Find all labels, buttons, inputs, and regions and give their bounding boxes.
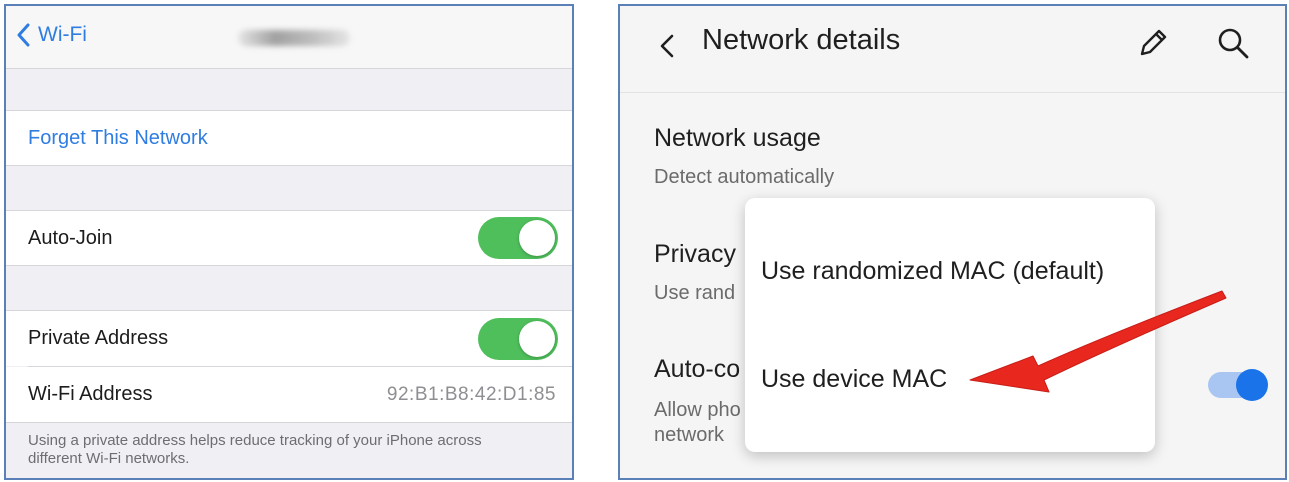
- private-address-toggle[interactable]: [478, 317, 558, 360]
- back-label: Wi-Fi: [38, 23, 87, 46]
- wifi-address-row: Wi-Fi Address 92:B1:B8:42:D1:85: [6, 367, 572, 423]
- redacted-network-name: [238, 30, 350, 46]
- pencil-icon[interactable]: [1134, 24, 1172, 62]
- private-address-footer: Using a private address helps reduce tra…: [28, 432, 482, 467]
- auto-connect-switch[interactable]: [1208, 369, 1268, 401]
- mac-address-menu: Use randomized MAC (default) Use device …: [745, 198, 1155, 452]
- auto-connect-subtitle-line1: Allow pho: [654, 399, 741, 421]
- ios-nav-bar: Wi-Fi: [6, 6, 572, 69]
- wifi-address-label: Wi-Fi Address: [28, 383, 153, 405]
- privacy-title[interactable]: Privacy: [654, 240, 736, 269]
- back-button[interactable]: Wi-Fi: [16, 18, 87, 52]
- forget-network-row[interactable]: Forget This Network: [6, 110, 572, 166]
- search-icon[interactable]: [1214, 24, 1252, 62]
- menu-option-device-mac[interactable]: Use device MAC: [761, 365, 947, 394]
- privacy-subtitle: Use rand: [654, 282, 736, 304]
- auto-join-label: Auto-Join: [28, 226, 113, 249]
- android-network-details-panel: Network details Network usage Detect aut…: [618, 4, 1287, 480]
- page-title: Network details: [702, 24, 901, 56]
- ios-wifi-settings-panel: Wi-Fi Forget This Network Auto-Join Priv…: [4, 4, 574, 480]
- toggle-knob: [519, 220, 555, 256]
- switch-knob: [1236, 369, 1268, 401]
- back-arrow-icon[interactable]: [654, 28, 684, 64]
- menu-option-randomized-mac[interactable]: Use randomized MAC (default): [761, 257, 1104, 286]
- forget-network-button[interactable]: Forget This Network: [28, 127, 208, 150]
- toggle-knob: [519, 320, 555, 357]
- private-address-label: Private Address: [28, 327, 169, 349]
- network-usage-title[interactable]: Network usage: [654, 124, 821, 153]
- auto-connect-subtitle-line2: network: [654, 424, 725, 446]
- wifi-address-value: 92:B1:B8:42:D1:85: [386, 383, 556, 405]
- auto-connect-title[interactable]: Auto-co: [654, 355, 740, 384]
- private-address-row: Private Address: [6, 310, 572, 366]
- network-usage-subtitle: Detect automatically: [654, 166, 835, 188]
- auto-join-row: Auto-Join: [6, 210, 572, 266]
- chevron-left-icon: [17, 23, 30, 47]
- android-app-bar: Network details: [620, 6, 1285, 93]
- auto-join-toggle[interactable]: [478, 217, 558, 259]
